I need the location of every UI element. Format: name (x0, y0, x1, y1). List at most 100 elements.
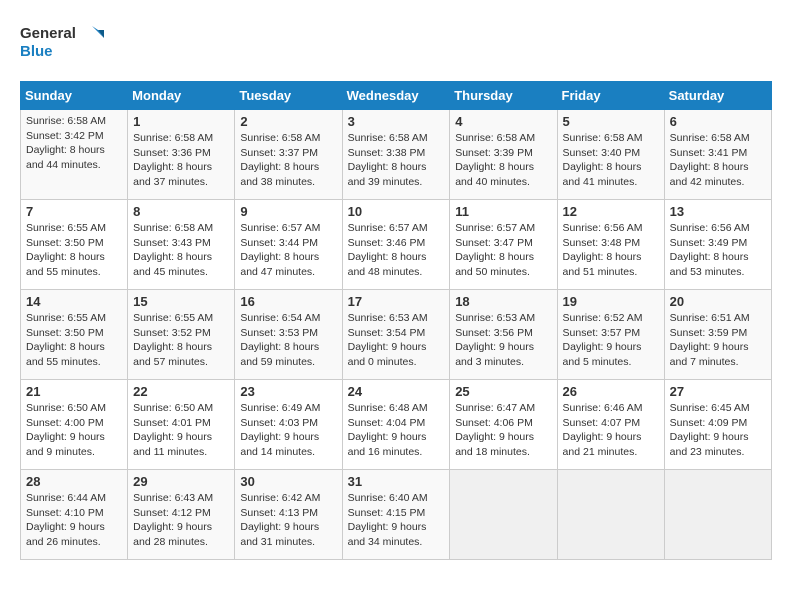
day-info: Sunrise: 6:58 AM Sunset: 3:38 PM Dayligh… (348, 131, 445, 190)
day-number: 7 (26, 204, 122, 219)
svg-text:Blue: Blue (20, 43, 53, 60)
day-info: Sunrise: 6:57 AM Sunset: 3:46 PM Dayligh… (348, 221, 445, 280)
day-number: 23 (240, 384, 336, 399)
calendar-cell: Sunrise: 6:58 AM Sunset: 3:42 PM Dayligh… (21, 110, 128, 200)
calendar-cell (557, 470, 664, 560)
logo-svg: GeneralBlue (20, 20, 110, 65)
day-number: 27 (670, 384, 766, 399)
day-info: Sunrise: 6:45 AM Sunset: 4:09 PM Dayligh… (670, 401, 766, 460)
day-info: Sunrise: 6:58 AM Sunset: 3:42 PM Dayligh… (26, 114, 122, 173)
day-number: 26 (563, 384, 659, 399)
day-number: 14 (26, 294, 122, 309)
day-info: Sunrise: 6:50 AM Sunset: 4:00 PM Dayligh… (26, 401, 122, 460)
day-number: 11 (455, 204, 551, 219)
calendar-cell (450, 470, 557, 560)
day-number: 2 (240, 114, 336, 129)
day-number: 1 (133, 114, 229, 129)
calendar-cell: 15 Sunrise: 6:55 AM Sunset: 3:52 PM Dayli… (128, 290, 235, 380)
day-info: Sunrise: 6:55 AM Sunset: 3:50 PM Dayligh… (26, 311, 122, 370)
day-number: 22 (133, 384, 229, 399)
day-info: Sunrise: 6:58 AM Sunset: 3:37 PM Dayligh… (240, 131, 336, 190)
calendar-cell: 30Sunrise: 6:42 AM Sunset: 4:13 PM Dayli… (235, 470, 342, 560)
calendar-cell: 21 Sunrise: 6:50 AM Sunset: 4:00 PM Dayli… (21, 380, 128, 470)
calendar-cell: 13 Sunrise: 6:56 AM Sunset: 3:49 PM Dayli… (664, 200, 771, 290)
weekday-header: Monday (128, 82, 235, 110)
day-info: Sunrise: 6:48 AM Sunset: 4:04 PM Dayligh… (348, 401, 445, 460)
day-number: 25 (455, 384, 551, 399)
calendar-cell: 10 Sunrise: 6:57 AM Sunset: 3:46 PM Dayli… (342, 200, 450, 290)
day-info: Sunrise: 6:58 AM Sunset: 3:39 PM Dayligh… (455, 131, 551, 190)
calendar-cell: 29Sunrise: 6:43 AM Sunset: 4:12 PM Dayli… (128, 470, 235, 560)
day-info: Sunrise: 6:53 AM Sunset: 3:54 PM Dayligh… (348, 311, 445, 370)
day-info: Sunrise: 6:57 AM Sunset: 3:44 PM Dayligh… (240, 221, 336, 280)
day-number: 31 (348, 474, 445, 489)
calendar-cell: 8Sunrise: 6:58 AM Sunset: 3:43 PM Daylig… (128, 200, 235, 290)
day-number: 16 (240, 294, 336, 309)
day-info: Sunrise: 6:58 AM Sunset: 3:43 PM Dayligh… (133, 221, 229, 280)
calendar-cell: 11Sunrise: 6:57 AM Sunset: 3:47 PM Dayli… (450, 200, 557, 290)
day-number: 4 (455, 114, 551, 129)
calendar-cell: 23 Sunrise: 6:49 AM Sunset: 4:03 PM Dayli… (235, 380, 342, 470)
calendar-cell: 7 Sunrise: 6:55 AM Sunset: 3:50 PM Daylig… (21, 200, 128, 290)
day-info: Sunrise: 6:49 AM Sunset: 4:03 PM Dayligh… (240, 401, 336, 460)
day-info: Sunrise: 6:58 AM Sunset: 3:41 PM Dayligh… (670, 131, 766, 190)
calendar-cell: 16Sunrise: 6:54 AM Sunset: 3:53 PM Dayli… (235, 290, 342, 380)
calendar-cell: 14 Sunrise: 6:55 AM Sunset: 3:50 PM Dayli… (21, 290, 128, 380)
calendar-week-row: Sunrise: 6:58 AM Sunset: 3:42 PM Dayligh… (21, 110, 772, 200)
calendar-cell: 26 Sunrise: 6:46 AM Sunset: 4:07 PM Dayli… (557, 380, 664, 470)
calendar-cell: 6Sunrise: 6:58 AM Sunset: 3:41 PM Daylig… (664, 110, 771, 200)
logo: GeneralBlue (20, 20, 110, 65)
day-number: 30 (240, 474, 336, 489)
page-header: GeneralBlue (20, 20, 772, 65)
calendar-cell: 1 Sunrise: 6:58 AM Sunset: 3:36 PM Daylig… (128, 110, 235, 200)
day-number: 12 (563, 204, 659, 219)
day-number: 10 (348, 204, 445, 219)
weekday-header: Saturday (664, 82, 771, 110)
calendar-cell: 19Sunrise: 6:52 AM Sunset: 3:57 PM Dayli… (557, 290, 664, 380)
weekday-header: Wednesday (342, 82, 450, 110)
calendar-cell: 22 Sunrise: 6:50 AM Sunset: 4:01 PM Dayli… (128, 380, 235, 470)
calendar-cell: 12 Sunrise: 6:56 AM Sunset: 3:48 PM Dayli… (557, 200, 664, 290)
weekday-header: Friday (557, 82, 664, 110)
day-info: Sunrise: 6:56 AM Sunset: 3:49 PM Dayligh… (670, 221, 766, 280)
day-info: Sunrise: 6:52 AM Sunset: 3:57 PM Dayligh… (563, 311, 659, 370)
calendar-cell: 28 Sunrise: 6:44 AM Sunset: 4:10 PM Dayli… (21, 470, 128, 560)
day-info: Sunrise: 6:44 AM Sunset: 4:10 PM Dayligh… (26, 491, 122, 550)
day-number: 13 (670, 204, 766, 219)
day-number: 9 (240, 204, 336, 219)
calendar-cell: 27 Sunrise: 6:45 AM Sunset: 4:09 PM Dayli… (664, 380, 771, 470)
calendar-cell: 31 Sunrise: 6:40 AM Sunset: 4:15 PM Dayli… (342, 470, 450, 560)
day-info: Sunrise: 6:56 AM Sunset: 3:48 PM Dayligh… (563, 221, 659, 280)
day-number: 15 (133, 294, 229, 309)
calendar-cell: 25Sunrise: 6:47 AM Sunset: 4:06 PM Dayli… (450, 380, 557, 470)
day-number: 28 (26, 474, 122, 489)
calendar-week-row: 14 Sunrise: 6:55 AM Sunset: 3:50 PM Dayli… (21, 290, 772, 380)
day-number: 18 (455, 294, 551, 309)
weekday-header: Thursday (450, 82, 557, 110)
day-info: Sunrise: 6:51 AM Sunset: 3:59 PM Dayligh… (670, 311, 766, 370)
calendar-cell: 24Sunrise: 6:48 AM Sunset: 4:04 PM Dayli… (342, 380, 450, 470)
calendar-cell: 3 Sunrise: 6:58 AM Sunset: 3:38 PM Daylig… (342, 110, 450, 200)
day-info: Sunrise: 6:50 AM Sunset: 4:01 PM Dayligh… (133, 401, 229, 460)
day-info: Sunrise: 6:58 AM Sunset: 3:36 PM Dayligh… (133, 131, 229, 190)
day-info: Sunrise: 6:55 AM Sunset: 3:52 PM Dayligh… (133, 311, 229, 370)
day-info: Sunrise: 6:55 AM Sunset: 3:50 PM Dayligh… (26, 221, 122, 280)
day-info: Sunrise: 6:40 AM Sunset: 4:15 PM Dayligh… (348, 491, 445, 550)
day-number: 5 (563, 114, 659, 129)
day-number: 21 (26, 384, 122, 399)
weekday-header-row: SundayMondayTuesdayWednesdayThursdayFrid… (21, 82, 772, 110)
calendar-week-row: 21 Sunrise: 6:50 AM Sunset: 4:00 PM Dayli… (21, 380, 772, 470)
calendar-table: SundayMondayTuesdayWednesdayThursdayFrid… (20, 81, 772, 560)
day-number: 17 (348, 294, 445, 309)
day-info: Sunrise: 6:46 AM Sunset: 4:07 PM Dayligh… (563, 401, 659, 460)
calendar-cell: 5Sunrise: 6:58 AM Sunset: 3:40 PM Daylig… (557, 110, 664, 200)
calendar-cell: 20Sunrise: 6:51 AM Sunset: 3:59 PM Dayli… (664, 290, 771, 380)
calendar-cell: 4 Sunrise: 6:58 AM Sunset: 3:39 PM Daylig… (450, 110, 557, 200)
day-number: 29 (133, 474, 229, 489)
calendar-cell: 9 Sunrise: 6:57 AM Sunset: 3:44 PM Daylig… (235, 200, 342, 290)
day-number: 3 (348, 114, 445, 129)
svg-text:General: General (20, 25, 76, 42)
calendar-week-row: 7 Sunrise: 6:55 AM Sunset: 3:50 PM Daylig… (21, 200, 772, 290)
weekday-header: Tuesday (235, 82, 342, 110)
calendar-cell: 18Sunrise: 6:53 AM Sunset: 3:56 PM Dayli… (450, 290, 557, 380)
